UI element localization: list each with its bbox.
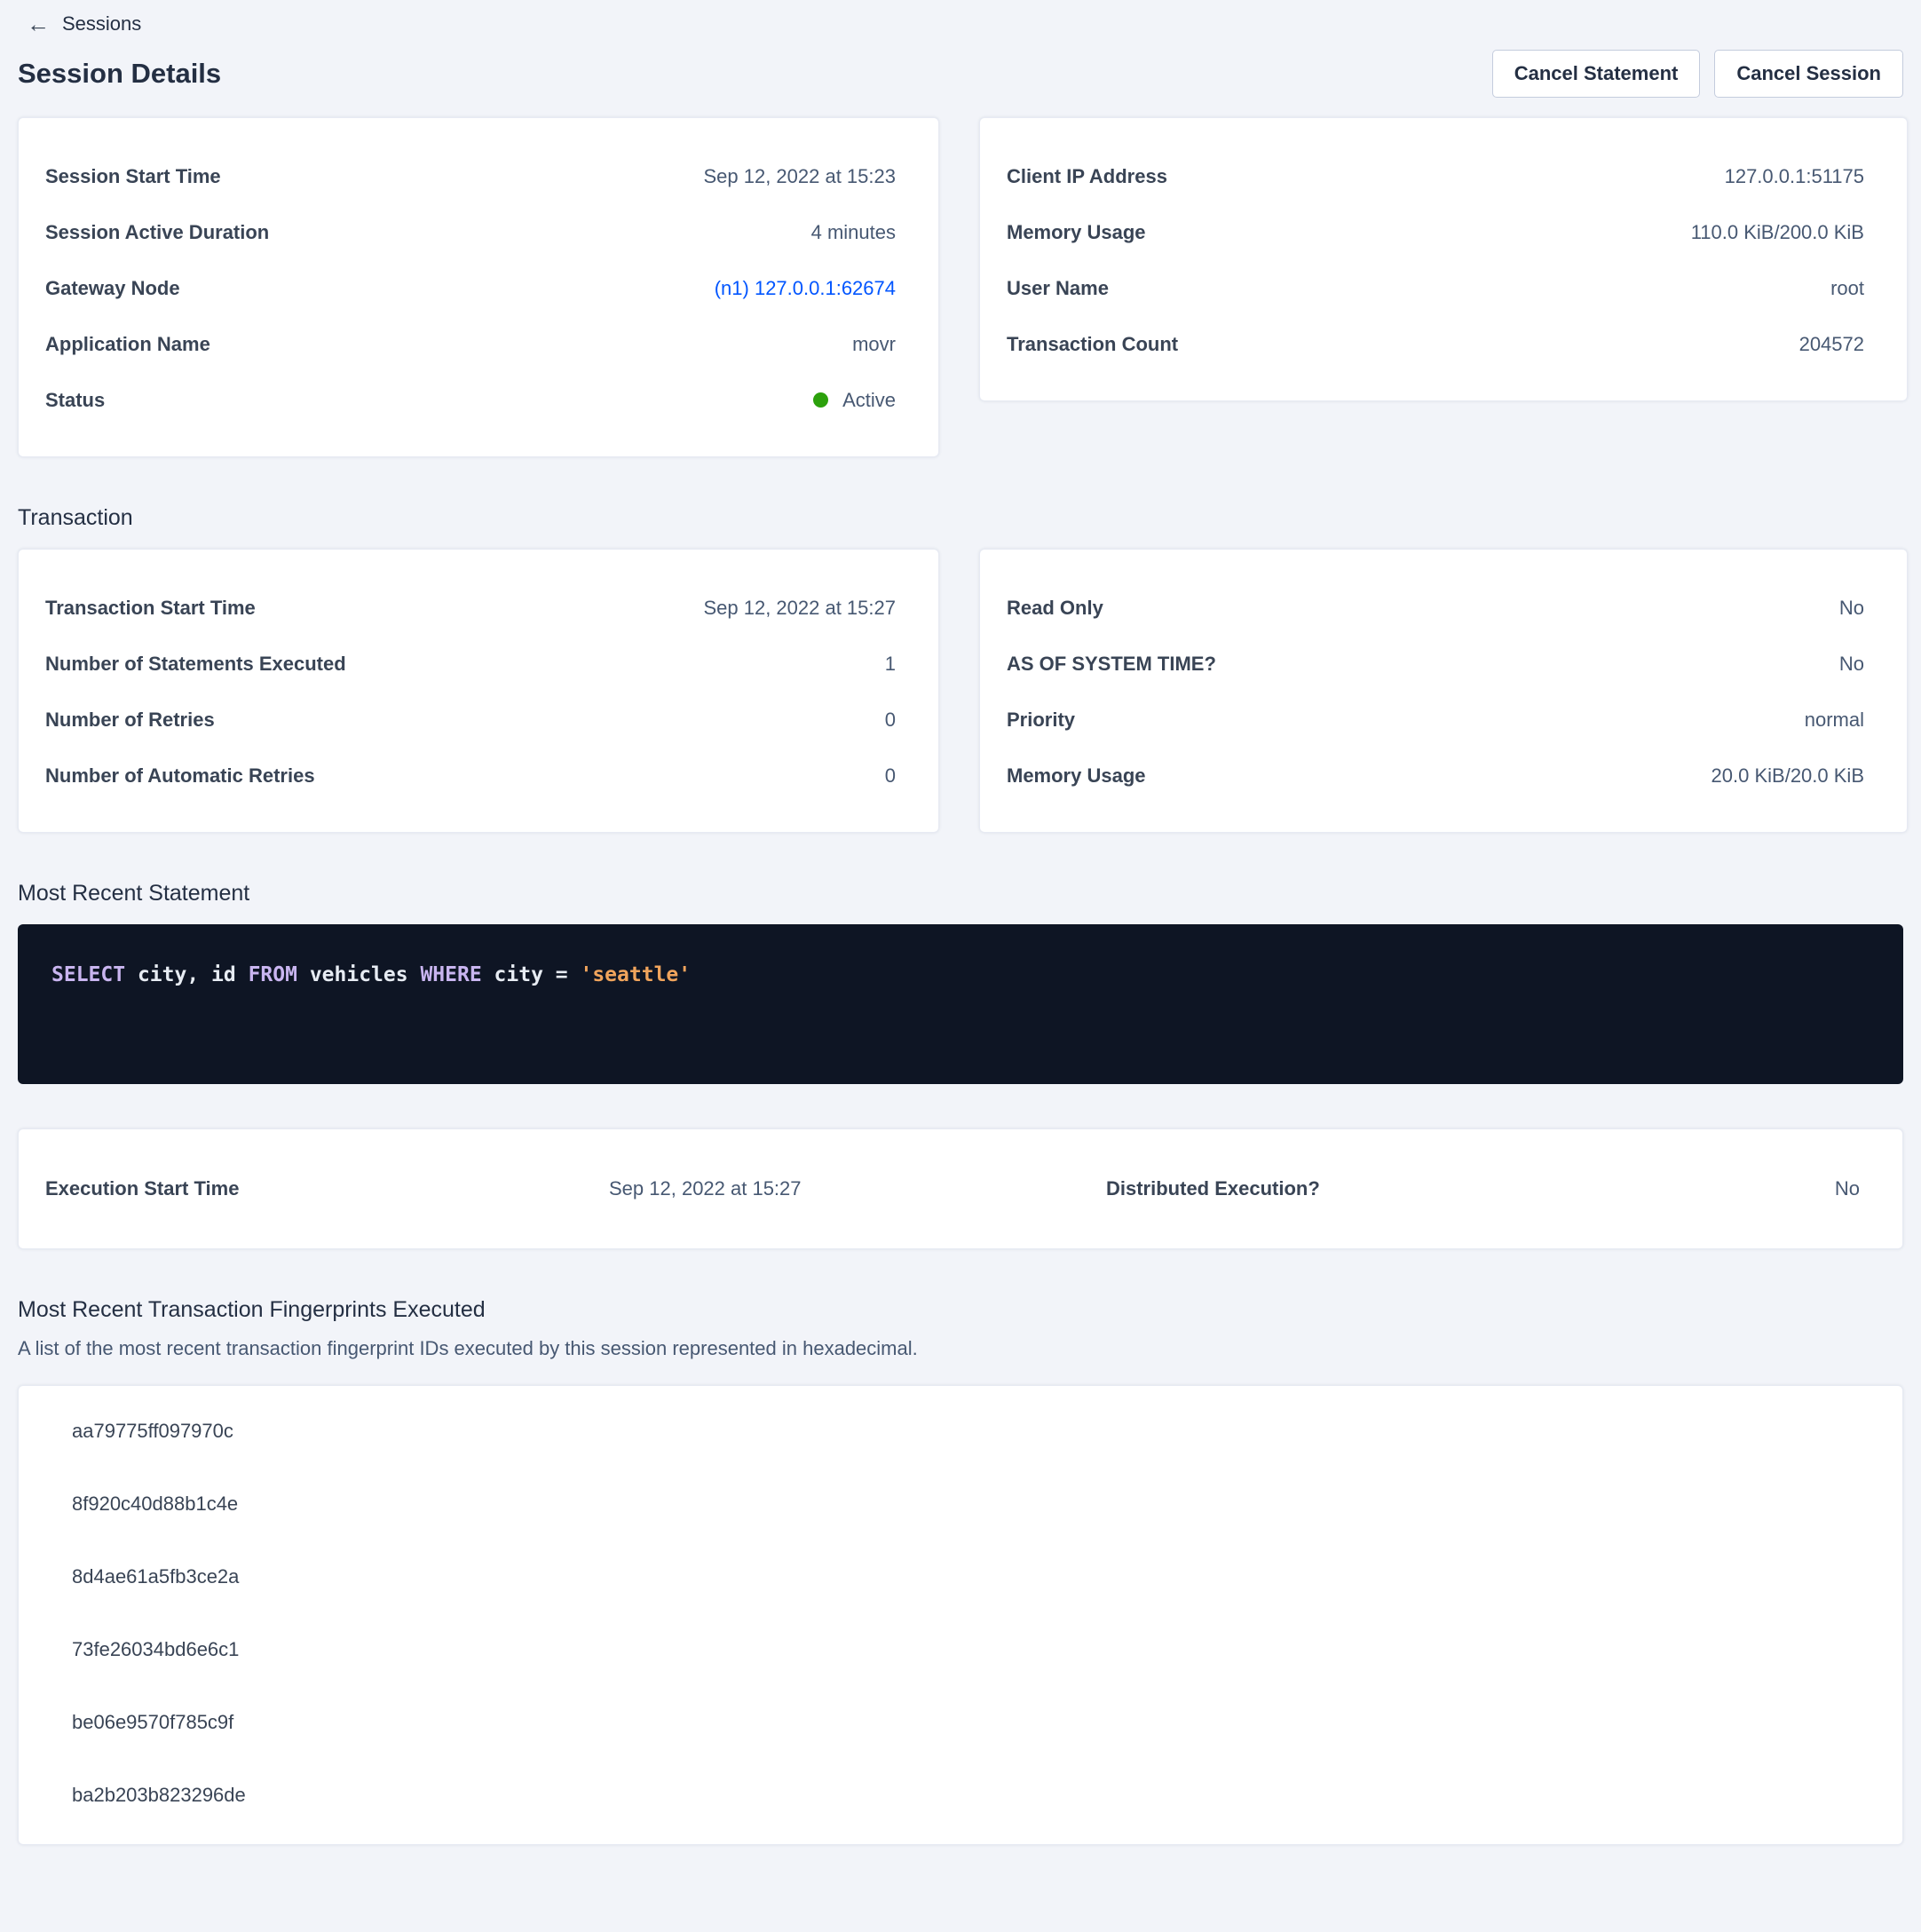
page-header: Session Details Cancel Statement Cancel … (18, 50, 1903, 98)
table-row: Priority normal (1007, 692, 1864, 748)
gateway-node-label: Gateway Node (45, 277, 180, 300)
distributed-execution-value: No (1320, 1177, 1860, 1200)
session-left-card: Session Start Time Sep 12, 2022 at 15:23… (18, 117, 939, 457)
page-title: Session Details (18, 58, 221, 90)
fingerprints-description: A list of the most recent transaction fi… (18, 1337, 1903, 1360)
status-label: Status (45, 389, 105, 412)
execution-start-time-value: Sep 12, 2022 at 15:27 (609, 1177, 1106, 1200)
back-link-label: Sessions (62, 12, 141, 36)
list-item: ba2b203b823296de (72, 1759, 1860, 1832)
statements-executed-label: Number of Statements Executed (45, 653, 346, 676)
table-row: Session Start Time Sep 12, 2022 at 15:23 (45, 148, 896, 204)
table-row: Read Only No (1007, 580, 1864, 636)
read-only-label: Read Only (1007, 597, 1103, 620)
session-details-page: ← Sessions Session Details Cancel Statem… (0, 0, 1921, 1872)
memory-usage-label: Memory Usage (1007, 221, 1146, 244)
table-row: Application Name movr (45, 316, 896, 372)
sql-keyword: FROM (249, 963, 297, 986)
cancel-statement-button[interactable]: Cancel Statement (1492, 50, 1701, 98)
table-row: Gateway Node (n1) 127.0.0.1:62674 (45, 260, 896, 316)
table-row: Status Active (45, 372, 896, 428)
sql-statement-box: SELECT city, id FROM vehicles WHERE city… (18, 924, 1903, 1084)
sql-keyword: WHERE (420, 963, 481, 986)
back-to-sessions-link[interactable]: ← Sessions (18, 7, 150, 41)
memory-usage-value: 110.0 KiB/200.0 KiB (1691, 221, 1864, 244)
number-of-retries-value: 0 (885, 709, 896, 732)
table-row: AS OF SYSTEM TIME? No (1007, 636, 1864, 692)
list-item: 8d4ae61a5fb3ce2a (72, 1540, 1860, 1613)
gateway-node-link[interactable]: (n1) 127.0.0.1:62674 (715, 277, 896, 300)
transaction-start-time-value: Sep 12, 2022 at 15:27 (703, 597, 896, 620)
session-start-time-value: Sep 12, 2022 at 15:23 (703, 165, 896, 188)
read-only-value: No (1839, 597, 1864, 620)
number-of-retries-label: Number of Retries (45, 709, 215, 732)
table-row: Session Active Duration 4 minutes (45, 204, 896, 260)
transaction-count-label: Transaction Count (1007, 333, 1178, 356)
statements-executed-value: 1 (885, 653, 896, 676)
transaction-summary-row: Transaction Start Time Sep 12, 2022 at 1… (18, 549, 1903, 833)
status-value: Active (842, 389, 896, 412)
table-row: Memory Usage 20.0 KiB/20.0 KiB (1007, 748, 1864, 804)
list-item: be06e9570f785c9f (72, 1686, 1860, 1759)
user-name-label: User Name (1007, 277, 1109, 300)
table-row: User Name root (1007, 260, 1864, 316)
most-recent-statement-heading: Most Recent Statement (18, 881, 1903, 907)
fingerprints-card: aa79775ff097970c 8f920c40d88b1c4e 8d4ae6… (18, 1385, 1903, 1845)
execution-summary-card: Execution Start Time Sep 12, 2022 at 15:… (18, 1128, 1903, 1249)
transaction-left-card: Transaction Start Time Sep 12, 2022 at 1… (18, 549, 939, 833)
list-item: 73fe26034bd6e6c1 (72, 1613, 1860, 1686)
sql-text: vehicles (297, 963, 420, 986)
transaction-memory-usage-value: 20.0 KiB/20.0 KiB (1712, 764, 1864, 788)
distributed-execution-label: Distributed Execution? (1106, 1177, 1320, 1200)
status-active-dot-icon (813, 392, 828, 408)
as-of-system-time-value: No (1839, 653, 1864, 676)
priority-value: normal (1805, 709, 1864, 732)
table-row: Transaction Count 204572 (1007, 316, 1864, 372)
table-row: Memory Usage 110.0 KiB/200.0 KiB (1007, 204, 1864, 260)
sql-text: city = (482, 963, 581, 986)
session-active-duration-label: Session Active Duration (45, 221, 269, 244)
automatic-retries-value: 0 (885, 764, 896, 788)
priority-label: Priority (1007, 709, 1075, 732)
list-item: aa79775ff097970c (72, 1395, 1860, 1468)
table-row: Transaction Start Time Sep 12, 2022 at 1… (45, 580, 896, 636)
as-of-system-time-label: AS OF SYSTEM TIME? (1007, 653, 1216, 676)
arrow-left-icon: ← (27, 12, 50, 36)
transaction-memory-usage-label: Memory Usage (1007, 764, 1146, 788)
client-ip-value: 127.0.0.1:51175 (1725, 165, 1864, 188)
session-right-card: Client IP Address 127.0.0.1:51175 Memory… (979, 117, 1908, 401)
transaction-section-heading: Transaction (18, 505, 1903, 531)
table-row: Client IP Address 127.0.0.1:51175 (1007, 148, 1864, 204)
sql-keyword: SELECT (51, 963, 125, 986)
automatic-retries-label: Number of Automatic Retries (45, 764, 315, 788)
sql-string-literal: 'seattle' (580, 963, 691, 986)
cancel-session-button[interactable]: Cancel Session (1714, 50, 1903, 98)
table-row: Number of Retries 0 (45, 692, 896, 748)
header-actions: Cancel Statement Cancel Session (1492, 50, 1903, 98)
application-name-value: movr (852, 333, 896, 356)
table-row: Number of Automatic Retries 0 (45, 748, 896, 804)
transaction-right-card: Read Only No AS OF SYSTEM TIME? No Prior… (979, 549, 1908, 833)
status-badge: Active (813, 389, 896, 412)
execution-start-time-label: Execution Start Time (45, 1177, 609, 1200)
session-summary-row: Session Start Time Sep 12, 2022 at 15:23… (18, 117, 1903, 457)
user-name-value: root (1830, 277, 1864, 300)
fingerprints-section-heading: Most Recent Transaction Fingerprints Exe… (18, 1297, 1903, 1323)
fingerprint-list: aa79775ff097970c 8f920c40d88b1c4e 8d4ae6… (72, 1395, 1860, 1832)
sql-text: city, id (125, 963, 248, 986)
session-start-time-label: Session Start Time (45, 165, 221, 188)
transaction-start-time-label: Transaction Start Time (45, 597, 256, 620)
transaction-count-value: 204572 (1799, 333, 1864, 356)
application-name-label: Application Name (45, 333, 210, 356)
table-row: Number of Statements Executed 1 (45, 636, 896, 692)
list-item: 8f920c40d88b1c4e (72, 1468, 1860, 1540)
session-active-duration-value: 4 minutes (811, 221, 896, 244)
client-ip-label: Client IP Address (1007, 165, 1167, 188)
